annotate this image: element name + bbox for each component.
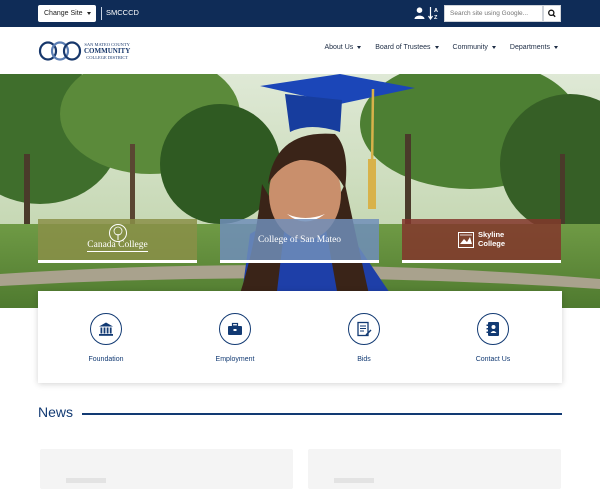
quick-link-bids[interactable]: Bids — [324, 313, 404, 363]
tree-logo-icon — [109, 224, 127, 242]
nav-label: Community — [452, 44, 488, 51]
hero-photo-graduate — [0, 74, 600, 308]
quick-link-circle — [477, 313, 509, 345]
main-nav: About Us Board of Trustees Community Dep… — [324, 44, 558, 51]
skyline-label-line2: College — [477, 238, 506, 248]
news-card-tag — [334, 478, 374, 483]
quick-link-circle — [219, 313, 251, 345]
nav-board-of-trustees[interactable]: Board of Trustees — [375, 44, 439, 51]
skyline-logo-icon — [457, 231, 474, 248]
site-name-link[interactable]: SMCCCD — [106, 8, 139, 17]
chevron-down-icon — [491, 46, 496, 49]
quick-link-contact-us[interactable]: Contact Us — [453, 313, 533, 363]
quick-link-foundation[interactable]: Foundation — [66, 313, 146, 363]
news-divider — [82, 413, 562, 415]
search-button[interactable] — [543, 5, 561, 22]
nav-label: Board of Trustees — [375, 44, 431, 51]
quick-link-employment[interactable]: Employment — [195, 313, 275, 363]
contact-book-icon — [486, 322, 499, 336]
change-site-dropdown[interactable]: Change Site — [38, 5, 96, 22]
chevron-down-icon — [554, 46, 558, 49]
skyline-label: Skyline College — [477, 230, 506, 248]
document-pen-icon — [357, 321, 372, 337]
divider — [101, 7, 102, 20]
quick-link-circle — [348, 313, 380, 345]
nav-label: Departments — [509, 44, 550, 51]
quick-link-circle — [90, 313, 122, 345]
change-site-label: Change Site — [44, 10, 83, 17]
quick-link-label: Bids — [357, 356, 371, 363]
site-header: SAN MATEO COUNTY COMMUNITY COLLEGE DISTR… — [0, 27, 600, 74]
logo-wordmark: SAN MATEO COUNTY COMMUNITY COLLEGE DISTR… — [84, 42, 130, 60]
logo-rings-icon — [38, 41, 82, 61]
chevron-down-icon — [434, 46, 439, 49]
nav-community[interactable]: Community — [453, 44, 496, 51]
news-card[interactable] — [308, 449, 561, 489]
hero-banner: Canada College College of San Mateo Skyl… — [0, 74, 600, 308]
a-z-index-icon[interactable]: A Z — [428, 6, 440, 20]
news-heading: News — [38, 404, 74, 420]
quick-link-label: Employment — [215, 356, 255, 363]
nav-label: About Us — [324, 44, 354, 51]
quick-link-label: Foundation — [88, 356, 124, 363]
logo-line-main: COMMUNITY — [84, 47, 131, 55]
san-mateo-label: College of San Mateo — [257, 234, 342, 245]
user-icon[interactable] — [414, 7, 425, 19]
svg-text:Z: Z — [434, 15, 438, 20]
chevron-down-icon — [87, 12, 91, 15]
nav-departments[interactable]: Departments — [510, 44, 558, 51]
bank-icon — [99, 322, 113, 336]
news-card[interactable] — [40, 449, 293, 489]
nav-about-us[interactable]: About Us — [324, 44, 362, 51]
logo-line-bottom: COLLEGE DISTRICT — [86, 55, 129, 60]
briefcase-icon — [228, 322, 242, 335]
quick-links-card: Foundation Employment Bids Contact Us — [38, 291, 562, 383]
canada-college-link[interactable]: Canada College — [38, 219, 197, 263]
quick-link-label: Contact Us — [475, 356, 511, 363]
district-logo[interactable]: SAN MATEO COUNTY COMMUNITY COLLEGE DISTR… — [38, 40, 138, 62]
search-input[interactable] — [444, 5, 543, 22]
college-of-san-mateo-link[interactable]: College of San Mateo — [220, 219, 379, 263]
utility-bar: Change Site SMCCCD A Z — [0, 0, 600, 27]
svg-text:A: A — [434, 8, 438, 14]
chevron-down-icon — [357, 46, 362, 49]
search-icon — [548, 9, 556, 18]
skyline-college-link[interactable]: Skyline College — [402, 219, 561, 263]
news-card-tag — [66, 478, 106, 483]
